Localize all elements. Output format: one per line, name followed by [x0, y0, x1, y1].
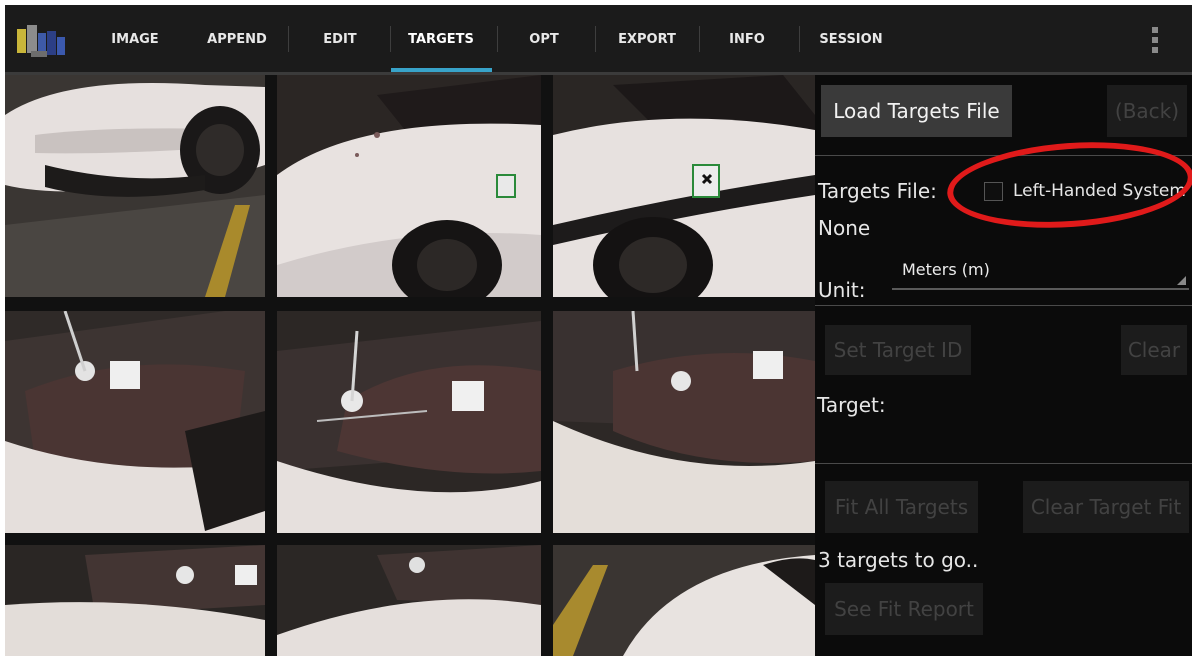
back-button[interactable]: (Back)	[1107, 85, 1187, 137]
tab-session[interactable]: SESSION	[801, 5, 901, 72]
target-label: Target:	[817, 393, 886, 417]
clear-target-fit-button[interactable]: Clear Target Fit	[1023, 481, 1189, 533]
unit-select[interactable]: Meters (m)	[892, 260, 1189, 290]
unit-label: Unit:	[818, 278, 866, 302]
tab-export[interactable]: EXPORT	[597, 5, 697, 72]
section-divider	[815, 463, 1192, 464]
left-handed-label[interactable]: Left-Handed System	[1013, 181, 1186, 201]
image-thumbnail[interactable]	[553, 311, 815, 533]
tab-edit[interactable]: EDIT	[295, 5, 385, 72]
tab-image[interactable]: IMAGE	[93, 5, 177, 72]
section-divider	[815, 155, 1192, 156]
set-target-id-button[interactable]: Set Target ID	[825, 325, 971, 375]
tab-targets[interactable]: TARGETS	[391, 5, 491, 72]
image-thumbnail[interactable]	[277, 75, 541, 297]
image-thumbnail[interactable]	[553, 75, 815, 297]
image-thumbnail[interactable]	[5, 75, 265, 297]
tab-divider	[699, 26, 700, 52]
tab-divider	[595, 26, 596, 52]
tab-divider	[288, 26, 289, 52]
image-thumbnail[interactable]	[5, 545, 265, 656]
unit-select-value: Meters (m)	[902, 260, 990, 279]
tab-divider	[799, 26, 800, 52]
app-window: IMAGE APPEND EDIT TARGETS OPT EXPORT INF…	[5, 5, 1192, 656]
left-handed-checkbox[interactable]	[984, 182, 1003, 201]
targets-file-value: None	[818, 216, 871, 240]
targets-panel: Load Targets File (Back) Targets File: L…	[815, 75, 1192, 656]
clear-button[interactable]: Clear	[1121, 325, 1187, 375]
see-fit-report-button[interactable]: See Fit Report	[825, 583, 983, 635]
app-logo-icon	[17, 25, 81, 57]
targets-file-label: Targets File:	[818, 179, 937, 203]
chevron-down-icon	[1177, 276, 1186, 285]
tab-append[interactable]: APPEND	[191, 5, 283, 72]
image-thumbnail[interactable]	[553, 545, 815, 656]
image-thumbnail[interactable]	[277, 311, 541, 533]
action-bar: IMAGE APPEND EDIT TARGETS OPT EXPORT INF…	[5, 5, 1192, 73]
status-text: 3 targets to go..	[818, 548, 979, 572]
tab-opt[interactable]: OPT	[498, 5, 590, 72]
image-grid	[5, 75, 815, 656]
fit-all-targets-button[interactable]: Fit All Targets	[825, 481, 978, 533]
section-divider	[815, 305, 1192, 306]
image-thumbnail[interactable]	[5, 311, 265, 533]
load-targets-file-button[interactable]: Load Targets File	[821, 85, 1012, 137]
image-thumbnail[interactable]	[277, 545, 541, 656]
tab-info[interactable]: INFO	[701, 5, 793, 72]
overflow-menu-icon[interactable]	[1147, 25, 1163, 55]
